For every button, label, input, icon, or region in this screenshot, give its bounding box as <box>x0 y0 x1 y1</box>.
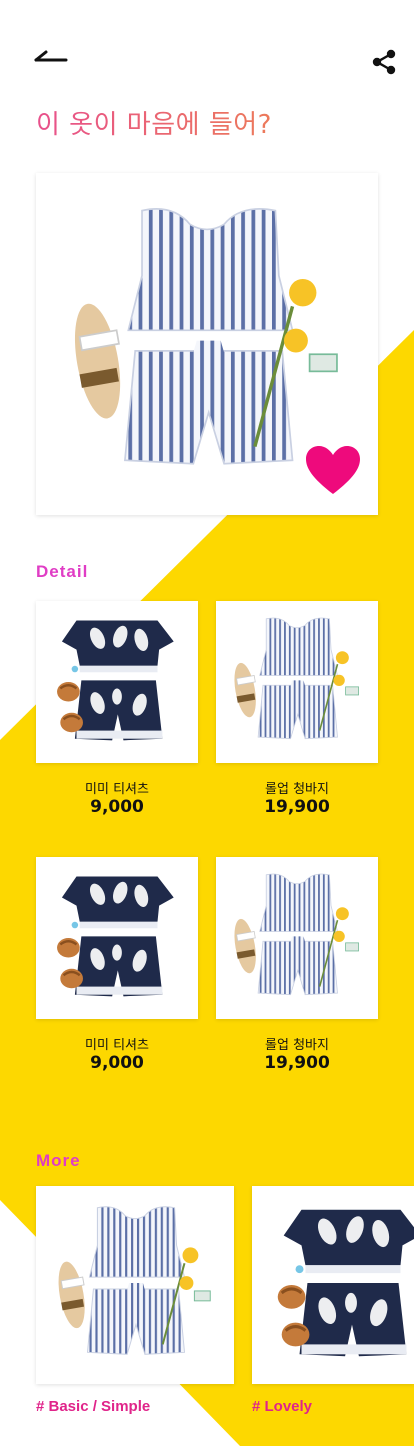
detail-item-name: 롤업 청바지 <box>265 1038 329 1053</box>
back-arrow-icon[interactable] <box>30 44 70 70</box>
more-item-image[interactable] <box>252 1186 414 1384</box>
detail-item-image[interactable] <box>216 857 378 1019</box>
more-item-tag[interactable]: # Basic / Simple <box>36 1398 150 1415</box>
share-icon[interactable] <box>370 48 398 76</box>
detail-item-name: 미미 티셔츠 <box>85 782 149 797</box>
detail-item-image[interactable] <box>36 601 198 763</box>
detail-section-label: Detail <box>36 562 89 581</box>
more-section-label: More <box>36 1151 81 1170</box>
detail-item-price: 19,900 <box>264 797 330 817</box>
detail-item-price: 9,000 <box>90 797 144 817</box>
more-item-tag[interactable]: # Lovely <box>252 1398 312 1415</box>
detail-item-image[interactable] <box>216 601 378 763</box>
detail-item-price: 9,000 <box>90 1053 144 1073</box>
page-title: 이 옷이 마음에 들어? <box>36 104 272 141</box>
detail-item-price: 19,900 <box>264 1053 330 1073</box>
detail-item-image[interactable] <box>36 857 198 1019</box>
detail-item-name: 롤업 청바지 <box>265 782 329 797</box>
heart-icon[interactable] <box>304 444 362 496</box>
more-item-image[interactable] <box>36 1186 234 1384</box>
detail-item-name: 미미 티셔츠 <box>85 1038 149 1053</box>
